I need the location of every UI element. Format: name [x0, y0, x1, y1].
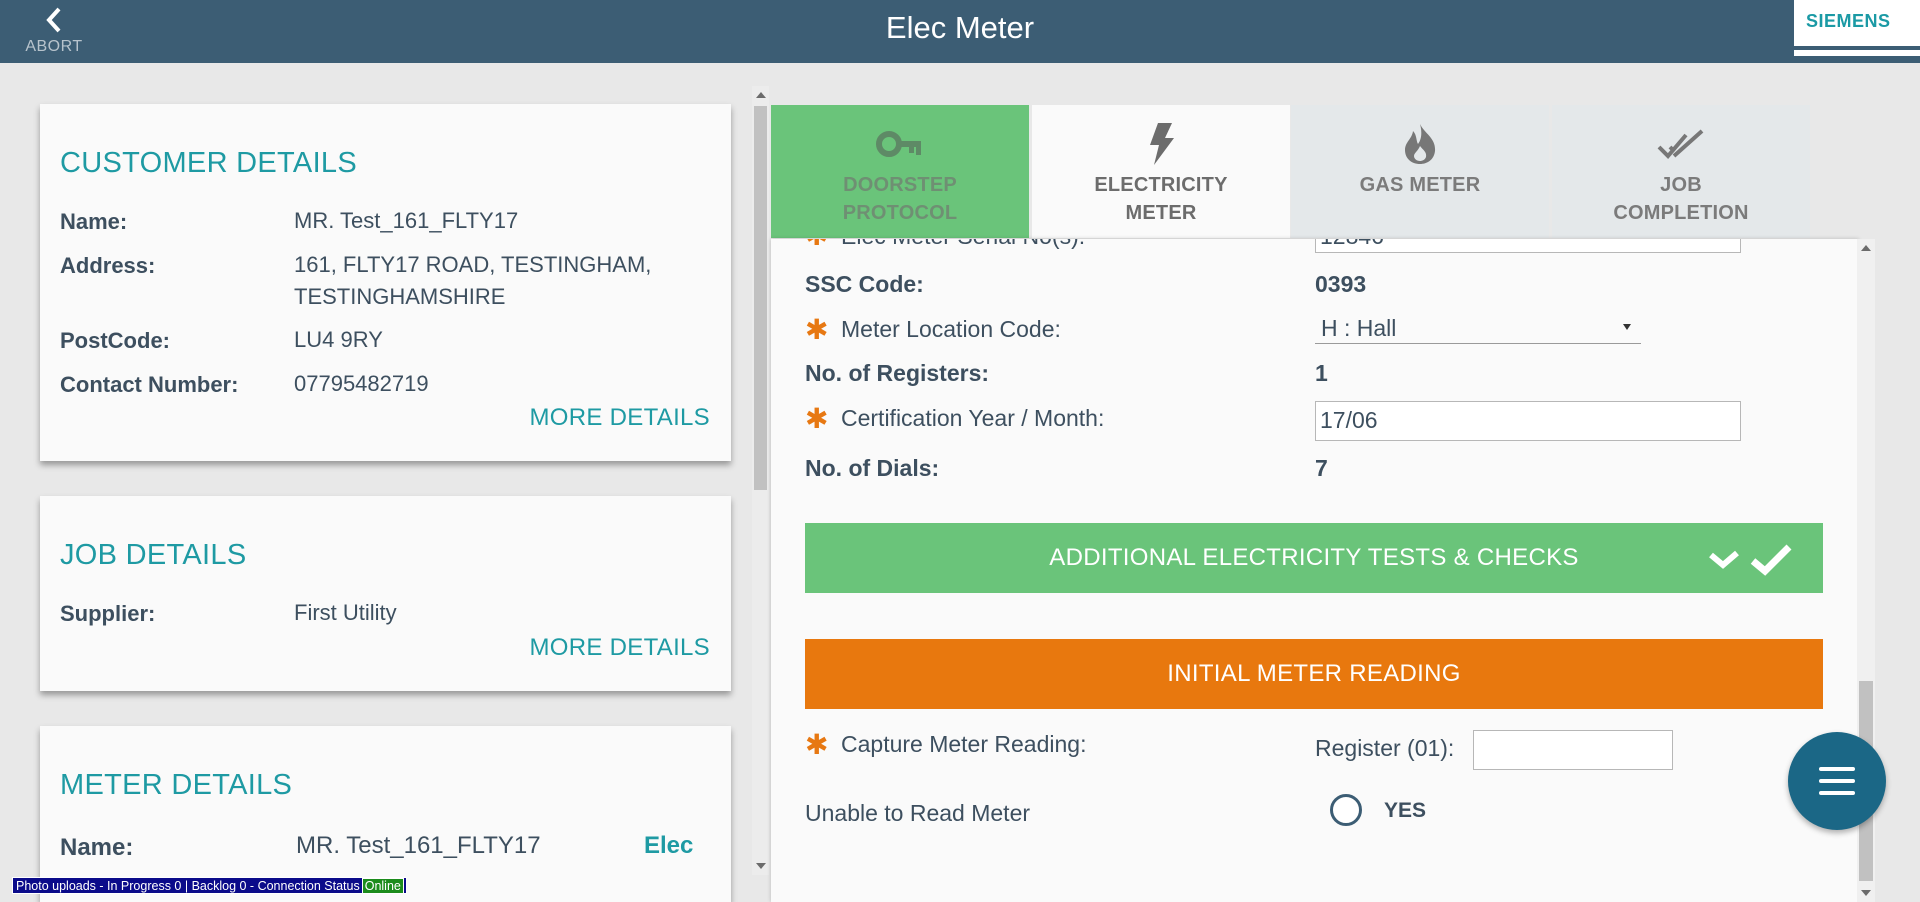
logo-divider — [1794, 46, 1920, 50]
tab-electricity-line1: ELECTRICITY — [1094, 174, 1228, 196]
job-details-heading: JOB DETAILS — [60, 539, 247, 571]
location-select[interactable]: H : Hall — [1315, 314, 1641, 344]
customer-name-value: MR. Test_161_FLTY17 — [294, 208, 519, 233]
meter-name-label: Name: — [60, 834, 134, 861]
supplier-label: Supplier: — [60, 601, 156, 626]
required-star-icon: ✱ — [805, 729, 829, 760]
registers-label: No. of Registers: — [805, 360, 990, 386]
tab-electricity-meter[interactable]: ELECTRICITY METER — [1032, 105, 1290, 238]
meter-type-value: Elec — [644, 832, 694, 859]
customer-contact-label: Contact Number: — [60, 372, 239, 397]
customer-contact-value: 07795482719 — [294, 371, 429, 396]
supplier-value: First Utility — [294, 600, 397, 625]
job-details-card: JOB DETAILS Supplier: First Utility MORE… — [40, 496, 731, 691]
initial-meter-reading-header[interactable]: INITIAL METER READING — [805, 639, 1823, 709]
customer-address-line2: TESTINGHAMSHIRE — [294, 284, 506, 309]
customer-details-card: CUSTOMER DETAILS Name: MR. Test_161_FLTY… — [40, 104, 731, 461]
lightning-icon — [1150, 123, 1174, 165]
meter-details-card: METER DETAILS Name: MR. Test_161_FLTY17 … — [40, 726, 731, 902]
left-scrollbar[interactable] — [752, 86, 769, 875]
required-star-icon: ✱ — [805, 403, 829, 434]
registers-value: 1 — [1315, 360, 1328, 386]
scroll-up-arrow-icon[interactable] — [1861, 245, 1871, 251]
key-icon — [876, 131, 921, 157]
register-label: Register (01): — [1315, 735, 1455, 761]
capture-reading-label: Capture Meter Reading: — [841, 731, 1087, 757]
customer-details-heading: CUSTOMER DETAILS — [60, 147, 357, 179]
tab-job-line2: COMPLETION — [1613, 202, 1749, 224]
hamburger-icon — [1819, 767, 1855, 771]
dials-value: 7 — [1315, 455, 1328, 481]
tab-doorstep-line1: DOORSTEP — [843, 174, 957, 196]
serial-label: Elec Meter Serial No(s): — [841, 239, 1085, 250]
scroll-up-arrow-icon[interactable] — [756, 92, 766, 98]
customer-address-line1: 161, FLTY17 ROAD, TESTINGHAM, — [294, 252, 652, 277]
tab-job-completion[interactable]: JOB COMPLETION — [1552, 105, 1810, 238]
serial-input[interactable]: 12846 — [1315, 239, 1741, 253]
siemens-logo: SIEMENS — [1794, 0, 1920, 56]
customer-address-label: Address: — [60, 253, 156, 278]
meter-details-heading: METER DETAILS — [60, 769, 293, 801]
double-check-icon — [1657, 129, 1704, 159]
job-more-details-link[interactable]: MORE DETAILS — [529, 634, 710, 662]
additional-tests-button[interactable]: ADDITIONAL ELECTRICITY TESTS & CHECKS — [805, 523, 1823, 593]
tab-job-line1: JOB — [1660, 174, 1702, 196]
electricity-meter-form: ✱ Elec Meter Serial No(s): 12846 SSC Cod… — [771, 239, 1859, 902]
customer-postcode-value: LU4 9RY — [294, 327, 383, 352]
tab-electricity-line2: METER — [1125, 202, 1197, 224]
hamburger-icon — [1819, 779, 1855, 783]
ssc-value: 0393 — [1315, 271, 1367, 297]
yes-label: YES — [1384, 799, 1427, 822]
customer-more-details-link[interactable]: MORE DETAILS — [529, 404, 710, 432]
top-bar: ABORT Elec Meter SIEMENS — [0, 0, 1920, 63]
certification-input[interactable]: 17/06 — [1315, 401, 1741, 441]
required-star-icon: ✱ — [805, 239, 828, 250]
status-bar: Photo uploads - In Progress 0 | Backlog … — [12, 877, 407, 894]
dials-label: No. of Dials: — [805, 455, 940, 481]
ssc-label: SSC Code: — [805, 271, 924, 297]
meter-name-value: MR. Test_161_FLTY17 — [296, 832, 541, 859]
register-reading-input[interactable] — [1473, 730, 1673, 770]
required-star-icon: ✱ — [805, 314, 829, 345]
scroll-down-arrow-icon[interactable] — [756, 863, 766, 869]
additional-tests-label: ADDITIONAL ELECTRICITY TESTS & CHECKS — [1049, 544, 1579, 571]
dropdown-caret-icon — [1623, 324, 1631, 330]
customer-name-label: Name: — [60, 209, 128, 234]
tab-gas-line1: GAS METER — [1359, 174, 1481, 196]
status-text: Photo uploads - In Progress 0 | Backlog … — [16, 879, 360, 893]
connection-status-badge: Online — [361, 878, 404, 894]
tab-doorstep-line2: PROTOCOL — [842, 202, 958, 224]
initial-meter-reading-label: INITIAL METER READING — [1167, 660, 1461, 687]
left-scrollbar-thumb[interactable] — [754, 106, 767, 490]
page-title: Elec Meter — [885, 10, 1035, 45]
flame-icon — [1405, 124, 1436, 164]
certification-label: Certification Year / Month: — [841, 405, 1105, 431]
hamburger-icon — [1819, 791, 1855, 795]
location-select-value: H : Hall — [1321, 315, 1397, 341]
tab-doorstep-protocol[interactable]: DOORSTEP PROTOCOL — [771, 105, 1029, 238]
brand-text: SIEMENS — [1806, 11, 1891, 31]
scroll-down-arrow-icon[interactable] — [1861, 890, 1871, 896]
menu-fab-button[interactable] — [1788, 732, 1886, 830]
unable-to-read-label: Unable to Read Meter — [805, 800, 1031, 826]
location-label: Meter Location Code: — [841, 316, 1061, 342]
completed-checks-icon — [1709, 544, 1792, 576]
customer-postcode-label: PostCode: — [60, 328, 170, 353]
unable-to-read-radio[interactable] — [1330, 794, 1362, 826]
tab-gas-meter[interactable]: GAS METER — [1291, 105, 1549, 238]
